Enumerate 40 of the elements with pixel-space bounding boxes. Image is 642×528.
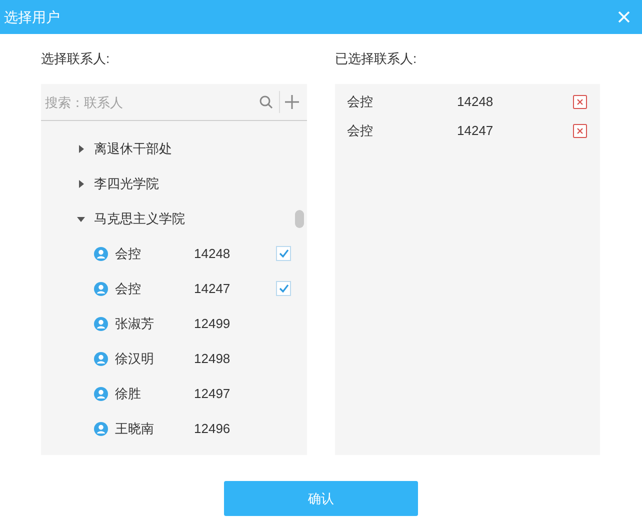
checkbox[interactable]	[276, 281, 291, 296]
user-icon	[94, 422, 108, 436]
search-icon[interactable]	[259, 95, 273, 109]
contact-name: 会控	[347, 122, 374, 140]
contact-id: 12497	[194, 384, 232, 403]
contact-id: 12499	[194, 314, 232, 333]
contact-name[interactable]: 会控	[115, 244, 194, 264]
add-icon[interactable]	[285, 95, 299, 109]
contact-id: 14247	[457, 122, 494, 140]
section-label: 选择联系人:	[41, 50, 111, 68]
contact-name[interactable]: 徐汉明	[115, 348, 194, 368]
department-name[interactable]: 离退休干部处	[94, 138, 172, 158]
contact-id: 12498	[194, 350, 232, 368]
remove-icon[interactable]	[573, 94, 587, 108]
user-icon	[94, 246, 108, 260]
expand-arrow-icon[interactable]	[77, 180, 85, 188]
contact-name: 会控	[347, 92, 374, 111]
contact-id: 12496	[194, 420, 232, 438]
department-name[interactable]: 李四光学院	[94, 174, 159, 194]
window-title: 选择用户	[4, 8, 60, 26]
user-icon	[94, 386, 108, 400]
user-icon	[94, 352, 108, 366]
checkbox[interactable]	[276, 246, 291, 261]
contact-id: 14248	[194, 244, 232, 263]
department-name[interactable]: 马克思主义学院	[94, 208, 185, 228]
user-icon	[94, 316, 108, 330]
remove-icon[interactable]	[573, 124, 587, 138]
contact-id: 14247	[194, 280, 232, 298]
search-field[interactable]: 搜索：联系人	[41, 87, 259, 117]
expand-arrow-icon[interactable]	[77, 144, 85, 152]
scrollbar-thumb[interactable]	[295, 210, 304, 228]
section-label: 已选择联系人:	[335, 50, 418, 68]
collapse-arrow-icon[interactable]	[77, 214, 85, 222]
user-icon	[94, 282, 108, 296]
contact-name[interactable]: 张淑芳	[115, 314, 194, 334]
contact-name[interactable]: 王晓南	[115, 418, 194, 438]
contact-name[interactable]: 会控	[115, 278, 194, 298]
contact-name[interactable]: 徐胜	[115, 384, 194, 404]
contact-id: 14248	[457, 92, 494, 111]
close-icon[interactable]	[618, 11, 630, 23]
